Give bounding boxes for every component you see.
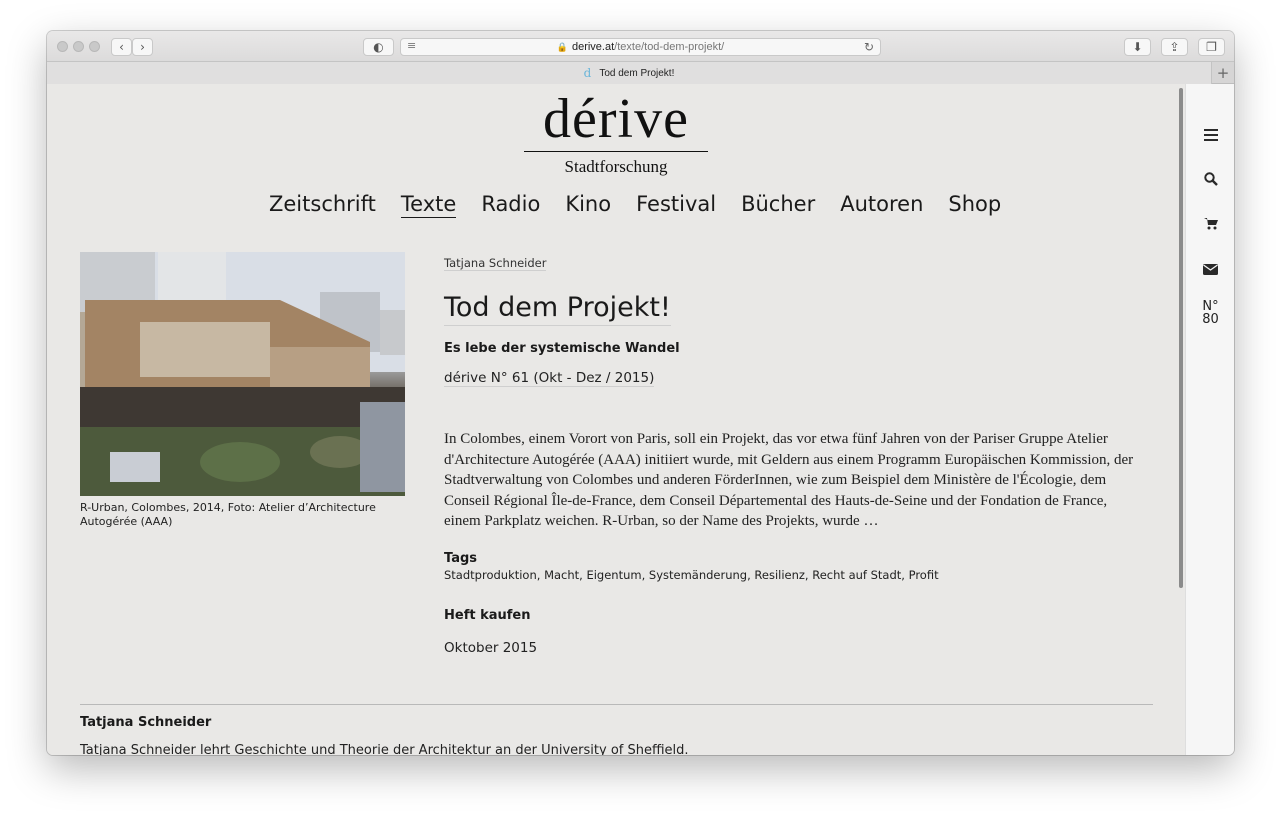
nav-item-texte[interactable]: Texte [400,192,457,218]
article-title[interactable]: Tod dem Projekt! [444,291,671,326]
share-icon: ⇪ [1169,40,1180,54]
lock-icon: 🔒 [556,41,568,52]
menu-icon[interactable] [1186,128,1234,146]
back-button[interactable]: ‹ [111,38,132,56]
address-bar[interactable]: ≡ 🔒 derive.at/texte/tod-dem-projekt/ ↻ [400,38,881,56]
mail-icon[interactable] [1186,262,1234,280]
url-path: /texte/tod-dem-projekt/ [614,41,725,53]
url-domain: derive.at [571,41,615,53]
bio-text: Tatjana Schneider lehrt Geschichte und T… [80,743,689,755]
tag-list[interactable]: Stadtproduktion, Macht, Eigentum, System… [444,568,1164,582]
reload-icon[interactable]: ↻ [864,40,874,54]
zoom-window-button[interactable] [89,41,100,52]
article-author[interactable]: Tatjana Schneider [444,256,547,271]
tab-overview-button[interactable]: ❐ [1198,38,1225,56]
tabs-icon: ❐ [1206,40,1217,54]
cart-icon[interactable] [1186,217,1234,235]
nav-item-autoren[interactable]: Autoren [840,192,923,218]
nav-item-festival[interactable]: Festival [636,192,716,218]
current-issue-link[interactable]: N° 80 [1186,300,1234,326]
logo-rule [524,151,708,152]
favicon-icon: d [583,66,592,80]
tab-bar: d Tod dem Projekt! + [47,62,1234,84]
shield-icon: ◐ [373,40,384,54]
download-icon: ⬇ [1132,40,1143,54]
nav-item-buecher[interactable]: Bücher [741,192,815,218]
search-icon[interactable] [1186,172,1234,191]
nav-item-kino[interactable]: Kino [565,192,611,218]
browser-toolbar: ‹ › ◐ ≡ 🔒 derive.at/texte/tod-dem-projek… [47,31,1234,62]
forward-button[interactable]: › [132,38,153,56]
nav-item-radio[interactable]: Radio [481,192,540,218]
issue-number: 80 [1202,312,1219,327]
article-teaser: In Colombes, einem Vorort von Paris, sol… [444,431,1134,530]
share-button[interactable]: ⇪ [1161,38,1188,56]
tab-active[interactable]: d Tod dem Projekt! [47,62,1212,84]
privacy-report-button[interactable]: ◐ [363,38,394,56]
downloads-button[interactable]: ⬇ [1124,38,1151,56]
new-tab-button[interactable]: + [1212,62,1234,84]
section-divider [80,704,1153,705]
nav-item-zeitschrift[interactable]: Zeitschrift [269,192,376,218]
logo-subtitle: Stadtforschung [564,157,668,176]
plus-icon: + [1216,64,1230,82]
nav-item-shop[interactable]: Shop [948,192,1001,218]
buy-heading: Heft kaufen [444,607,531,623]
publication-date: Oktober 2015 [444,639,538,656]
tab-title: Tod dem Projekt! [599,67,675,79]
main-nav: Zeitschrift Texte Radio Kino Festival Bü… [269,192,1001,218]
reader-icon[interactable]: ≡ [407,39,416,52]
browser-window: ‹ › ◐ ≡ 🔒 derive.at/texte/tod-dem-projek… [47,31,1234,755]
article-photo [80,252,405,496]
close-window-button[interactable] [57,41,68,52]
chevron-left-icon: ‹ [119,40,124,54]
minimize-window-button[interactable] [73,41,84,52]
article-subtitle: Es lebe der systemische Wandel [444,341,680,356]
article: Tatjana Schneider Tod dem Projekt! Es le… [444,254,1164,656]
bio-author-name: Tatjana Schneider [80,715,212,730]
scrollbar[interactable] [1179,88,1183,588]
issue-link[interactable]: dérive N° 61 (Okt - Dez / 2015) [444,370,655,387]
image-caption: R-Urban, Colombes, 2014, Foto: Atelier d… [80,501,376,528]
page-content: dérive Stadtforschung Zeitschrift Texte … [47,84,1185,755]
logo-wordmark: dérive [543,88,689,150]
tags-heading: Tags [444,550,478,566]
right-sidebar: N° 80 [1185,84,1234,755]
site-logo[interactable]: dérive Stadtforschung [521,90,711,177]
article-image [80,252,405,496]
chevron-right-icon: › [140,40,145,54]
